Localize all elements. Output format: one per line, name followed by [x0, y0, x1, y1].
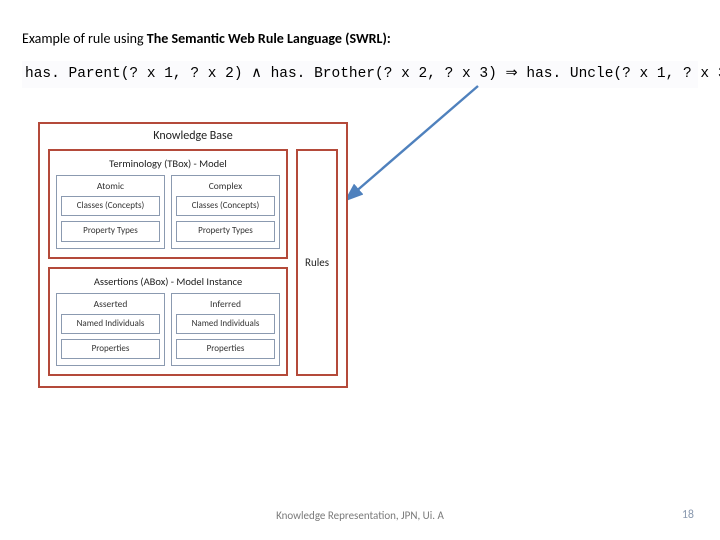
page-number: 18 [682, 508, 694, 522]
rule-consequent: has. Uncle(? x 1, ? x 3) [526, 66, 720, 82]
abox-asserted-properties: Properties [61, 339, 160, 359]
slide-heading: Example of rule using The Semantic Web R… [22, 30, 698, 47]
kb-title: Knowledge Base [40, 124, 346, 149]
rule-and-symbol: ∧ [243, 66, 271, 82]
heading-bold: The Semantic Web Rule Language (SWRL): [147, 30, 391, 47]
abox-asserted-title: Asserted [61, 297, 160, 314]
rule-predicate-1: has. Parent(? x 1, ? x 2) [25, 66, 243, 82]
abox-columns: Asserted Named Individuals Properties In… [56, 293, 280, 367]
heading-prefix: Example of rule using [22, 30, 147, 47]
abox-inferred-individuals: Named Individuals [176, 314, 275, 334]
kb-left-column: Terminology (TBox) - Model Atomic Classe… [48, 149, 288, 376]
kb-body: Terminology (TBox) - Model Atomic Classe… [40, 149, 346, 386]
rule-implies-symbol: ⇒ [497, 66, 527, 82]
knowledge-base-box: Knowledge Base Terminology (TBox) - Mode… [38, 122, 348, 388]
footer-text: Knowledge Representation, JPN, Ui. A [0, 509, 720, 522]
abox: Assertions (ABox) - Model Instance Asser… [48, 267, 288, 377]
abox-inferred-properties: Properties [176, 339, 275, 359]
tbox: Terminology (TBox) - Model Atomic Classe… [48, 149, 288, 259]
tbox-atomic-title: Atomic [61, 179, 160, 196]
tbox-columns: Atomic Classes (Concepts) Property Types… [56, 175, 280, 249]
tbox-atomic-property-types: Property Types [61, 221, 160, 241]
tbox-col-complex: Complex Classes (Concepts) Property Type… [171, 175, 280, 249]
abox-col-asserted: Asserted Named Individuals Properties [56, 293, 165, 367]
tbox-complex-classes: Classes (Concepts) [176, 196, 275, 216]
tbox-complex-property-types: Property Types [176, 221, 275, 241]
rule-predicate-2: has. Brother(? x 2, ? x 3) [271, 66, 497, 82]
tbox-complex-title: Complex [176, 179, 275, 196]
abox-inferred-title: Inferred [176, 297, 275, 314]
rules-label: Rules [305, 256, 329, 269]
arrow-icon [340, 72, 500, 232]
tbox-col-atomic: Atomic Classes (Concepts) Property Types [56, 175, 165, 249]
abox-asserted-individuals: Named Individuals [61, 314, 160, 334]
tbox-atomic-classes: Classes (Concepts) [61, 196, 160, 216]
swrl-rule: has. Parent(? x 1, ? x 2) ∧ has. Brother… [22, 61, 698, 88]
abox-col-inferred: Inferred Named Individuals Properties [171, 293, 280, 367]
abox-title: Assertions (ABox) - Model Instance [56, 273, 280, 293]
rules-box: Rules [296, 149, 338, 376]
tbox-title: Terminology (TBox) - Model [56, 155, 280, 175]
